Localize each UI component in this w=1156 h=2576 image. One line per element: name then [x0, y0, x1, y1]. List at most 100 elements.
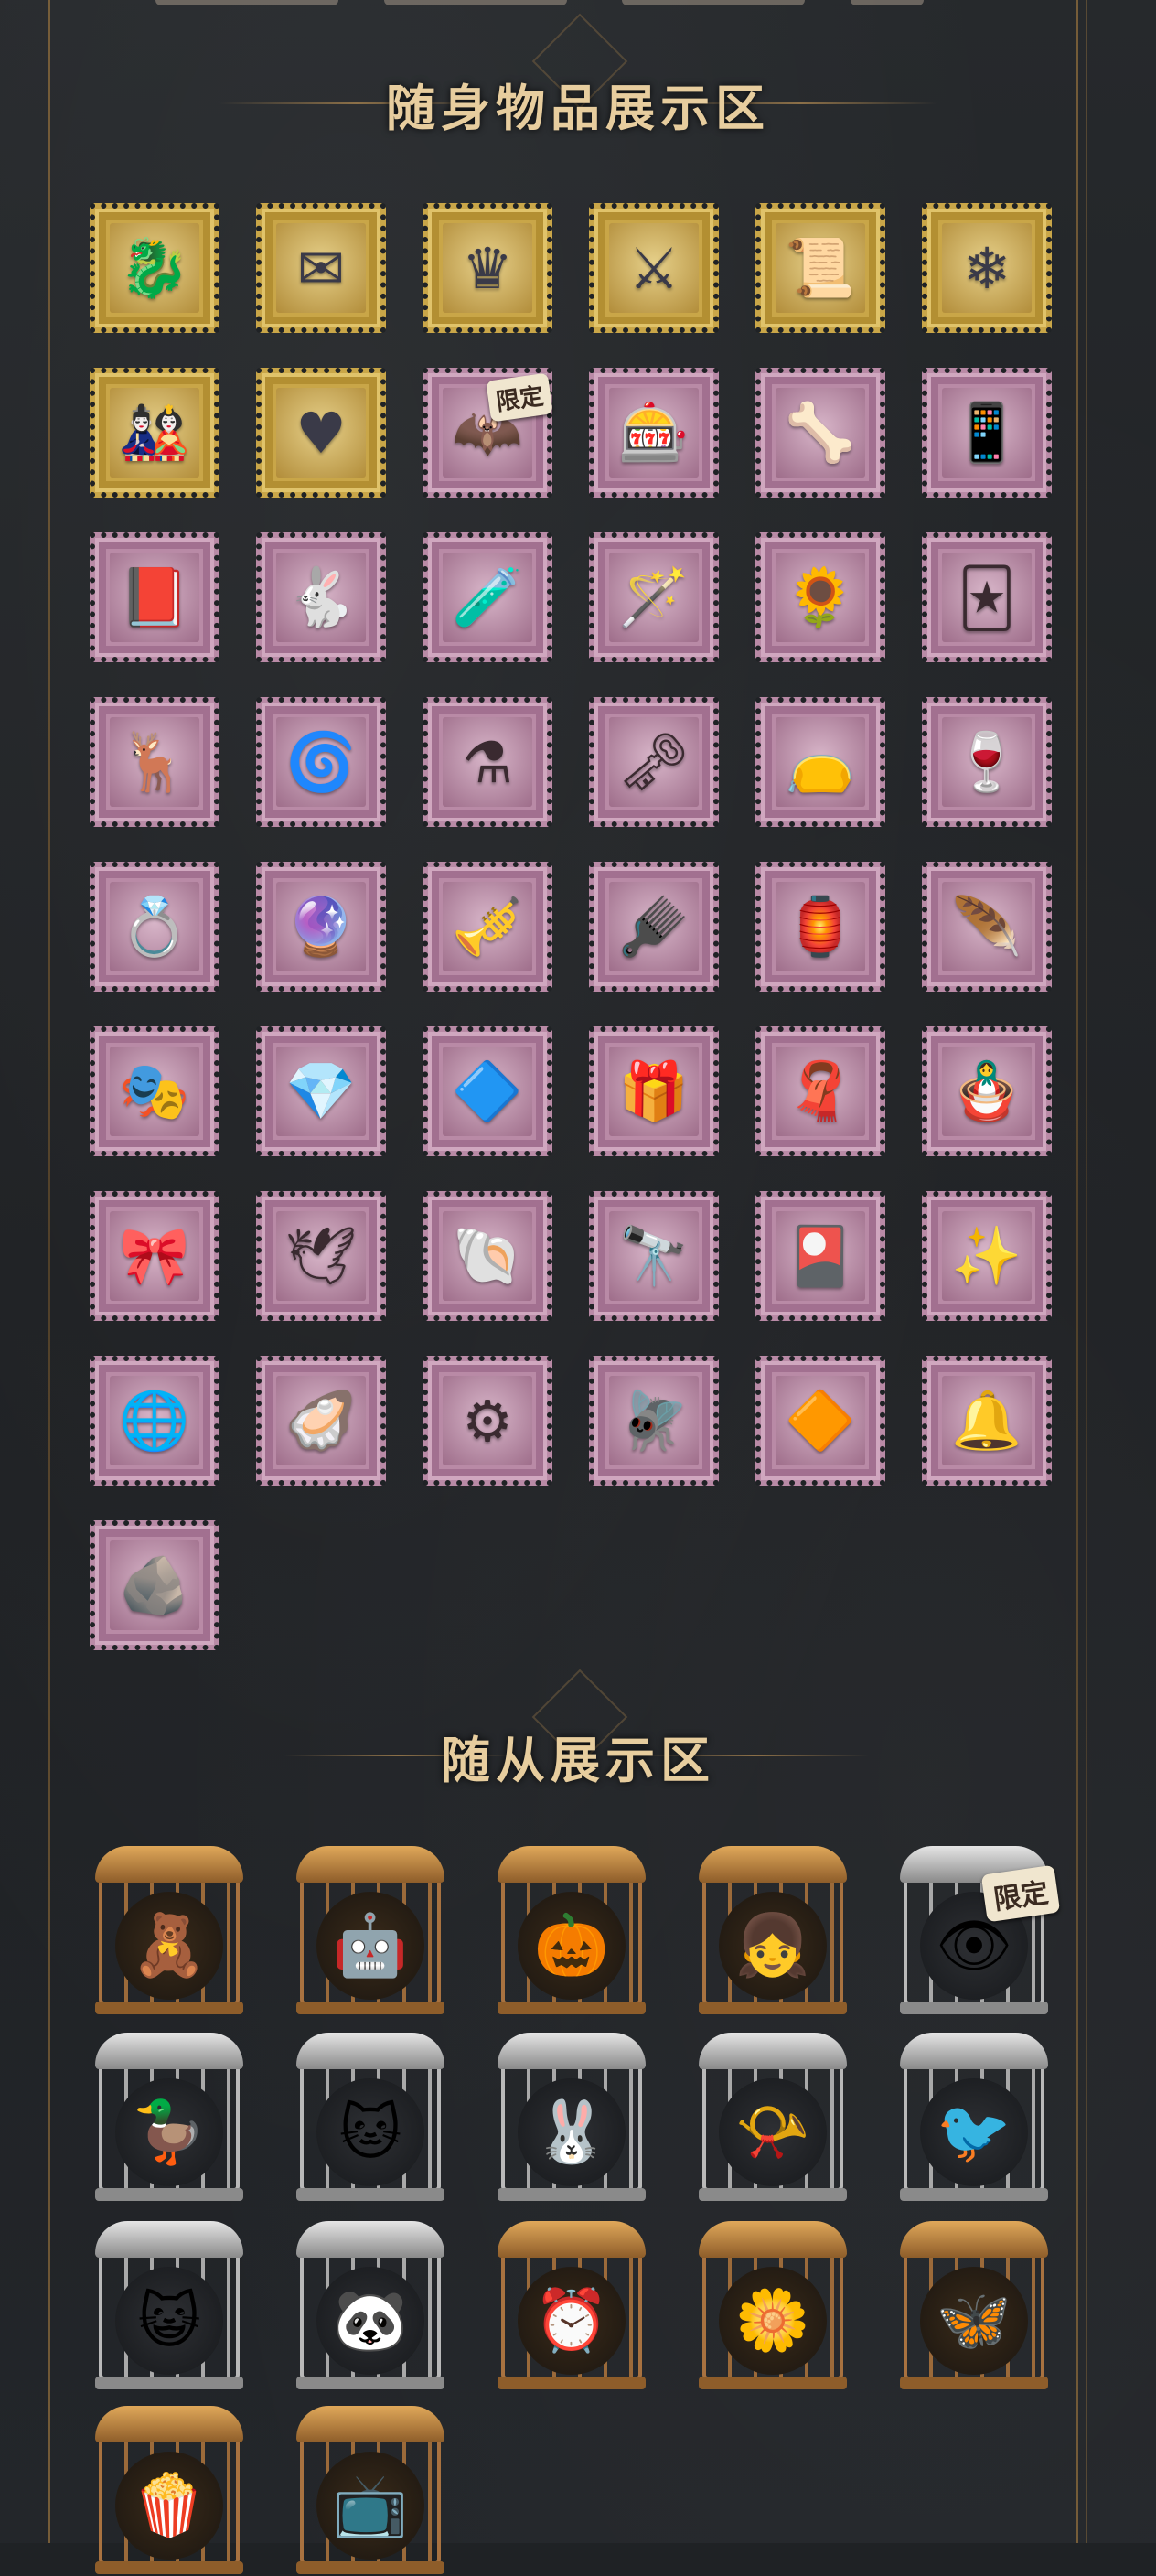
stamp-inner: 🦴 — [776, 388, 865, 478]
pet-cage-clock[interactable]: ⏰ — [490, 2221, 653, 2391]
accessory-stamp-blue-wand[interactable]: 🪄 — [589, 532, 719, 662]
accessory-stamp-fire-crown[interactable]: ♛ — [423, 203, 552, 333]
flame-pumpkin-icon: 🎃 — [518, 1892, 626, 2000]
stamp-inner: 🔭 — [609, 1211, 699, 1301]
pet-cage-white-rabbit[interactable]: 🐰 — [490, 2033, 653, 2203]
cage-base — [95, 2188, 243, 2201]
stamp-inner: 🍷 — [942, 717, 1032, 807]
cage-base — [900, 2002, 1048, 2014]
accessory-stamp-lantern-chain[interactable]: 🏮 — [755, 862, 885, 992]
accessory-stamp-bone-tail[interactable]: 🦴 — [755, 368, 885, 498]
accessory-stamp-ornate-vial[interactable]: ⚗ — [423, 697, 552, 827]
pet-cage-gramophone[interactable]: 📯 — [691, 2033, 854, 2203]
accessory-stamp-stone-shard[interactable]: 🪨 — [90, 1520, 219, 1650]
accessory-stamp-rabbit-mask[interactable]: 🐇 — [256, 532, 386, 662]
scythe-icon: ⚔ — [628, 234, 680, 302]
hypnotic-spiral-icon: 🌀 — [285, 728, 357, 795]
flip-phone-icon: 📱 — [951, 399, 1022, 466]
accessory-stamp-clockwork-heart[interactable]: ⚙ — [423, 1356, 552, 1486]
accessory-stamp-doll-figure[interactable]: 🎎 — [90, 368, 219, 498]
stamp-inner: 🧪 — [443, 553, 532, 642]
accessory-stamp-red-book[interactable]: 📕 — [90, 532, 219, 662]
stamp-inner: ♥ — [276, 388, 366, 478]
accessory-stamp-arcade-box[interactable]: 🎰 — [589, 368, 719, 498]
accessory-stamp-winged-letter[interactable]: ✉ — [256, 203, 386, 333]
pet-cage-red-dress-doll[interactable]: 👧 — [691, 1846, 854, 2016]
accessory-stamp-glowing-bottle[interactable]: 🔮 — [256, 862, 386, 992]
accessory-stamp-brass-globe[interactable]: 🌐 — [90, 1356, 219, 1486]
pet-cage-king-cat[interactable]: 😺 — [88, 2221, 251, 2391]
accessory-stamp-goblet[interactable]: 🍷 — [922, 697, 1052, 827]
accessory-stamp-crystal-cluster[interactable]: ❄ — [922, 203, 1052, 333]
accessory-stamp-frost-mace[interactable]: ✨ — [922, 1191, 1052, 1321]
accessory-stamp-ice-heart[interactable]: ♥ — [256, 368, 386, 498]
accessory-stamp-quill-feather[interactable]: 🪶 — [922, 862, 1052, 992]
accessory-stamp-puppet-doll[interactable]: 🪆 — [922, 1026, 1052, 1156]
cage-base — [699, 2002, 847, 2014]
cage-dome — [296, 1846, 444, 1883]
accessory-stamp-bronze-bell[interactable]: 🔔 — [922, 1356, 1052, 1486]
accessory-stamp-potion-jar[interactable]: 🧪 — [423, 532, 552, 662]
pet-cage-robot[interactable]: 🤖 — [289, 1846, 452, 2016]
pet-cage-panda[interactable]: 🐼 — [289, 2221, 452, 2391]
accessory-stamp-antler-mask[interactable]: 🦌 — [90, 697, 219, 827]
stamp-inner: 🎎 — [110, 388, 199, 478]
pet-cage-yellow-duck[interactable]: 🦆 — [88, 2033, 251, 2203]
accessory-stamp-red-cape[interactable]: 🧣 — [755, 1026, 885, 1156]
stamp-inner: 🧣 — [776, 1046, 865, 1136]
accessory-stamp-watering-can[interactable]: 🌻 — [755, 532, 885, 662]
accessory-stamp-pearl-clam[interactable]: 🦪 — [256, 1356, 386, 1486]
potion-jar-icon: 🧪 — [452, 564, 523, 630]
stamp-inner: 🐇 — [276, 553, 366, 642]
accessory-stamp-scythe[interactable]: ⚔ — [589, 203, 719, 333]
pet-cage-butterfly[interactable]: 🦋 — [893, 2221, 1055, 2391]
cage-dome — [296, 2221, 444, 2258]
accessory-stamp-shell-horn[interactable]: 🐚 — [423, 1191, 552, 1321]
top-tab-edges — [0, 0, 1156, 7]
accessory-stamp-card-case[interactable]: 🎴 — [755, 1191, 885, 1321]
arcade-box-icon: 🎰 — [618, 399, 690, 466]
stamp-inner: 🦌 — [110, 717, 199, 807]
cage-base — [498, 2188, 646, 2201]
accessory-stamp-winged-doll[interactable]: 🦇 限定 — [423, 368, 553, 498]
pet-cage-flame-pumpkin[interactable]: 🎃 — [490, 1846, 653, 2016]
accessory-stamp-amber-crystal[interactable]: 🔶 — [755, 1356, 885, 1486]
cage-base — [498, 2002, 646, 2014]
accessory-stamp-golden-comb[interactable]: 🪮 — [589, 862, 719, 992]
accessory-stamp-iron-mask[interactable]: 🎭 — [90, 1026, 219, 1156]
accessory-stamp-hypnotic-spiral[interactable]: 🌀 — [256, 697, 386, 827]
pet-cage-popcorn[interactable]: 🍿 — [88, 2406, 251, 2576]
accessory-stamp-music-box[interactable]: 🎁 — [589, 1026, 719, 1156]
pet-cage-golden-flower[interactable]: 🌼 — [691, 2221, 854, 2391]
pet-cage-pink-bear[interactable]: 🧸 — [88, 1846, 251, 2016]
accessory-stamp-ancient-key[interactable]: 🗝 — [589, 697, 719, 827]
accessory-stamp-tarot-card[interactable]: 🃏 — [922, 532, 1052, 662]
accessory-stamp-sapphire-gem[interactable]: 💎 — [256, 1026, 386, 1156]
sapphire-gem-icon: 💎 — [285, 1057, 357, 1124]
stamp-inner: 🃏 — [942, 553, 1032, 642]
accessory-stamp-blue-serpent-charm[interactable]: 🐉 — [90, 203, 219, 333]
accessory-stamp-dark-pouch[interactable]: 👝 — [755, 697, 885, 827]
accessory-stamp-silver-flute[interactable]: 🎺 — [423, 862, 552, 992]
accessory-stamp-spyglass[interactable]: 🔭 — [589, 1191, 719, 1321]
stamp-inner: 🌐 — [110, 1376, 199, 1465]
accessory-stamp-flip-phone[interactable]: 📱 — [922, 368, 1052, 498]
accessory-stamp-dragonfly[interactable]: 🪰 — [589, 1356, 719, 1486]
pet-cage-ghost-cat[interactable]: 🐱 — [289, 2033, 452, 2203]
cage-dome — [699, 2033, 847, 2069]
ghost-cat-icon: 🐱 — [316, 2078, 424, 2186]
pet-cage-blue-bird[interactable]: 🐦 — [893, 2033, 1055, 2203]
accessory-stamp-silver-bird[interactable]: 🕊 — [256, 1191, 386, 1321]
accessory-stamp-gold-ring[interactable]: 💍 — [90, 862, 219, 992]
accessory-stamp-pendant-crystal[interactable]: 🔷 — [423, 1026, 552, 1156]
cage-base — [900, 2188, 1048, 2201]
stamp-inner: 🎺 — [443, 882, 532, 971]
limited-badge: 限定 — [486, 372, 553, 423]
pet-cage-eyeball-creature[interactable]: 👁 限定 — [893, 1846, 1061, 2016]
accessory-stamp-gift-box[interactable]: 🎀 — [90, 1191, 219, 1321]
pet-cage-tv-set[interactable]: 📺 — [289, 2406, 452, 2576]
accessory-stamp-burning-scroll[interactable]: 📜 — [755, 203, 885, 333]
stamp-inner: 🎁 — [609, 1046, 699, 1136]
spyglass-icon: 🔭 — [618, 1222, 690, 1289]
blue-bird-icon: 🐦 — [920, 2078, 1028, 2186]
